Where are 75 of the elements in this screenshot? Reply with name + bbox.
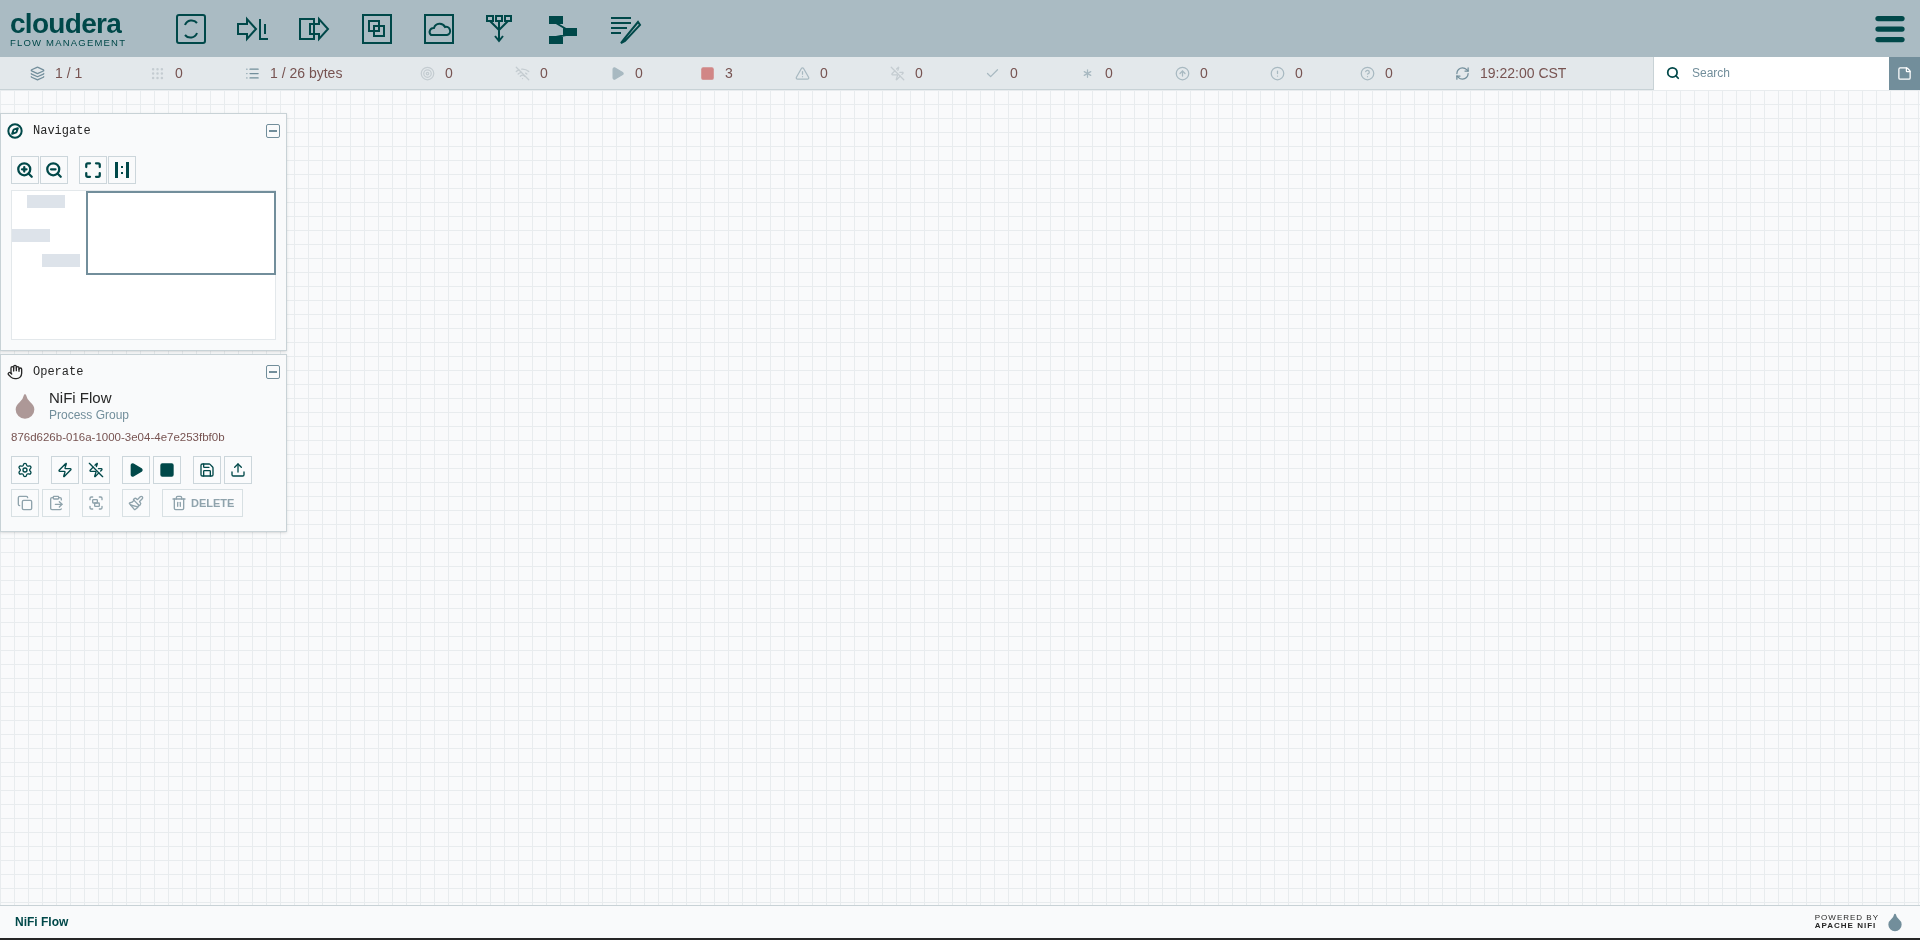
no-signal-icon <box>515 65 530 81</box>
target-icon <box>420 65 435 81</box>
paste-icon <box>48 495 64 511</box>
component-id: 876d626b-016a-1000-3e04-4e7e253fbf0b <box>10 429 226 445</box>
panel-title: Operate <box>33 364 84 381</box>
brush-icon <box>128 495 144 511</box>
zoom-out-button[interactable] <box>40 156 68 184</box>
zoom-out-icon <box>45 161 63 179</box>
status-count: 0 <box>1105 63 1113 83</box>
trash-icon <box>171 495 187 511</box>
actual-size-icon <box>113 161 131 179</box>
minimap-block <box>42 254 80 267</box>
status-count: 0 <box>1295 63 1303 83</box>
search-icon <box>1666 66 1680 80</box>
group-icon <box>88 495 104 511</box>
collapse-button[interactable] <box>266 365 280 379</box>
powered-by-text: POWERED BY <box>1814 914 1879 922</box>
fit-icon <box>84 161 102 179</box>
drop-logo-icon <box>1885 912 1905 932</box>
enable-button[interactable] <box>51 456 79 484</box>
status-count: 0 <box>915 63 923 83</box>
refresh-icon <box>1455 65 1470 81</box>
play-icon <box>610 65 625 81</box>
zoom-in-button[interactable] <box>11 156 39 184</box>
search-field[interactable]: Search <box>1653 56 1889 90</box>
copy-icon <box>17 495 33 511</box>
play-icon <box>128 462 144 478</box>
disable-button[interactable] <box>82 456 110 484</box>
status-count: 3 <box>725 63 733 83</box>
brand-name: cloudera <box>10 9 123 38</box>
minimap-block <box>27 195 65 208</box>
brand-subtitle: FLOW MANAGEMENT <box>10 37 128 48</box>
warning-icon <box>795 65 810 81</box>
compass-icon <box>7 123 23 139</box>
status-count: 19:22:00 CST <box>1480 63 1567 83</box>
search-input[interactable]: Search <box>1692 64 1877 82</box>
status-count: 0 <box>635 63 643 83</box>
start-button[interactable] <box>122 456 150 484</box>
create-template-button[interactable] <box>193 456 221 484</box>
status-count: 0 <box>445 63 453 83</box>
stop-button[interactable] <box>153 456 181 484</box>
hand-icon <box>7 364 23 380</box>
status-count: 0 <box>540 63 548 83</box>
bulletin-button[interactable] <box>1889 56 1920 90</box>
product-name: APACHE NIFI <box>1814 922 1878 930</box>
viewport-rectangle[interactable] <box>86 191 276 275</box>
configure-button[interactable] <box>11 456 39 484</box>
collapse-button[interactable] <box>266 124 280 138</box>
status-count: 0 <box>1385 63 1393 83</box>
note-icon <box>1897 65 1912 81</box>
question-icon <box>1360 65 1375 81</box>
gear-icon <box>17 462 33 478</box>
status-count: 1 / 26 bytes <box>270 63 343 83</box>
status-count: 0 <box>175 63 183 83</box>
breadcrumb-link[interactable]: NiFi Flow <box>15 913 69 931</box>
actual-size-button[interactable] <box>108 156 136 184</box>
stop-icon <box>159 462 175 478</box>
crossed-lightning-icon <box>88 462 104 478</box>
status-count: 0 <box>820 63 828 83</box>
save-template-icon <box>199 462 215 478</box>
lightning-icon <box>57 462 73 478</box>
exclamation-icon <box>1270 65 1285 81</box>
stop-icon <box>700 65 715 81</box>
status-count: 0 <box>1200 63 1208 83</box>
upload-template-button[interactable] <box>224 456 252 484</box>
zoom-in-icon <box>16 161 34 179</box>
panel-title: Navigate <box>33 123 91 140</box>
status-count: 0 <box>1010 63 1018 83</box>
list-icon <box>245 65 260 81</box>
component-type: Process Group <box>49 407 130 423</box>
status-count: 1 / 1 <box>55 63 83 83</box>
grid-icon <box>150 65 165 81</box>
component-name: NiFi Flow <box>49 389 113 408</box>
upload-template-icon <box>230 462 246 478</box>
fit-button[interactable] <box>79 156 107 184</box>
